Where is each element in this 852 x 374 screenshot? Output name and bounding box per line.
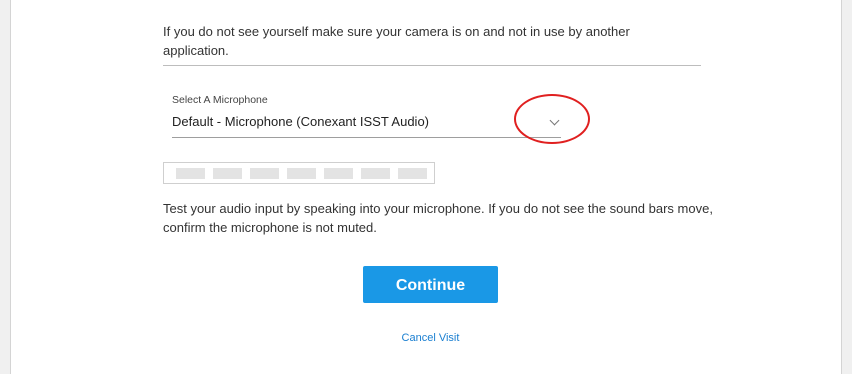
audio-level-bar (176, 168, 205, 179)
microphone-select[interactable]: Default - Microphone (Conexant ISST Audi… (172, 111, 561, 138)
microphone-select-label: Select A Microphone (172, 94, 268, 106)
audio-level-bar (287, 168, 316, 179)
microphone-selected-value: Default - Microphone (Conexant ISST Audi… (172, 114, 430, 129)
section-divider (163, 65, 701, 66)
camera-help-text: If you do not see yourself make sure you… (163, 24, 630, 58)
cancel-visit-link[interactable]: Cancel Visit (363, 332, 498, 344)
audio-level-bar (250, 168, 279, 179)
audio-test-help-text: Test your audio input by speaking into y… (163, 201, 713, 235)
audio-level-bar (213, 168, 242, 179)
audio-level-meter (163, 162, 435, 184)
continue-button[interactable]: Continue (363, 266, 498, 303)
red-annotation-circle (514, 94, 590, 144)
device-setup-panel: If you do not see yourself make sure you… (10, 0, 842, 374)
audio-level-bar (324, 168, 353, 179)
audio-level-bar (398, 168, 427, 179)
audio-level-bar (361, 168, 390, 179)
